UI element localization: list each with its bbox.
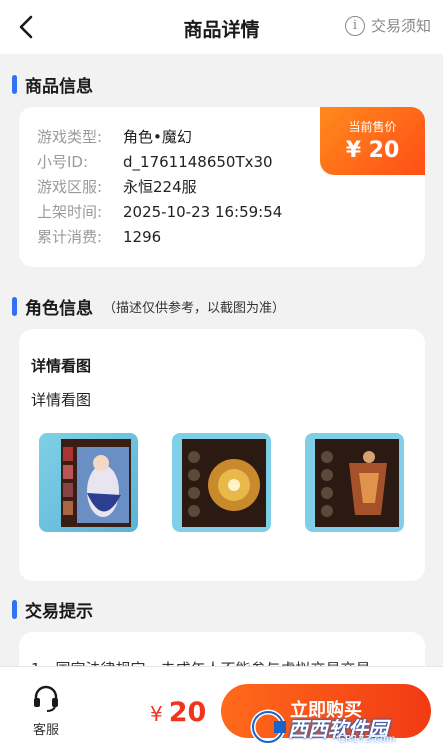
product-info-header: 商品信息 — [12, 72, 93, 97]
trade-tips-header: 交易提示 — [12, 597, 93, 622]
info-row-total-spend: 累计消费: 1296 — [37, 225, 282, 250]
section-marker — [12, 75, 17, 94]
watermark: 西西软件园 CR173.com — [246, 700, 443, 754]
section-note: （描述仅供参考，以截图为准） — [103, 301, 286, 316]
currency-symbol: ¥ — [150, 702, 163, 726]
screenshot-image — [305, 433, 404, 532]
info-value: 1296 — [123, 228, 162, 246]
price-value: 20 — [168, 697, 207, 728]
service-label: 客服 — [32, 723, 59, 738]
info-row-game-type: 游戏类型: 角色•魔幻 — [37, 125, 282, 150]
info-label: 游戏区服: — [37, 178, 103, 196]
screenshot-image — [172, 433, 271, 532]
section-marker — [12, 297, 17, 316]
section-title: 商品信息 — [25, 77, 93, 97]
info-label: 上架时间: — [37, 203, 103, 221]
info-row-account-id: 小号ID: d_1761148650Tx30 — [37, 150, 282, 175]
screenshot-image — [39, 433, 138, 532]
detail-title: 详情看图 — [31, 357, 92, 375]
game-screenshot-3[interactable] — [305, 433, 404, 532]
price-tag-label: 当前售价 — [348, 120, 397, 134]
customer-service-button[interactable]: 客服 — [24, 683, 68, 738]
watermark-domain: CR173.com — [338, 734, 396, 745]
product-info-card: 游戏类型: 角色•魔幻 小号ID: d_1761148650Tx30 游戏区服:… — [19, 107, 425, 267]
role-info-card: 详情看图 详情看图 — [19, 329, 425, 581]
info-value: d_1761148650Tx30 — [123, 153, 273, 171]
section-title: 交易提示 — [25, 602, 93, 622]
section-title: 角色信息 — [25, 299, 93, 319]
trade-notice-link[interactable]: i 交易须知 — [344, 15, 431, 36]
info-value: 永恒224服 — [123, 178, 197, 196]
price-tag: 当前售价 ¥ 20 — [320, 107, 425, 175]
trade-notice-label: 交易须知 — [370, 17, 431, 35]
price-tag-value: ¥ 20 — [345, 138, 400, 163]
info-row-listed-time: 上架时间: 2025-10-23 16:59:54 — [37, 200, 282, 225]
bottom-price: ¥ 20 — [150, 697, 206, 728]
detail-text: 详情看图 — [31, 391, 92, 409]
info-row-server: 游戏区服: 永恒224服 — [37, 175, 282, 200]
product-info-list: 游戏类型: 角色•魔幻 小号ID: d_1761148650Tx30 游戏区服:… — [37, 125, 282, 250]
section-marker — [12, 600, 17, 619]
info-value: 角色•魔幻 — [123, 128, 192, 146]
watermark-logo-icon — [250, 709, 286, 745]
top-bar: 商品详情 i 交易须知 — [0, 0, 443, 54]
headset-icon — [34, 685, 58, 712]
info-label: 小号ID: — [37, 153, 89, 171]
info-label: 游戏类型: — [37, 128, 103, 146]
info-circle-icon: i — [344, 15, 365, 36]
info-label: 累计消费: — [37, 228, 103, 246]
info-value: 2025-10-23 16:59:54 — [123, 203, 283, 221]
game-screenshot-1[interactable] — [39, 433, 138, 532]
game-screenshot-2[interactable] — [172, 433, 271, 532]
role-info-header: 角色信息 （描述仅供参考，以截图为准） — [12, 294, 285, 319]
